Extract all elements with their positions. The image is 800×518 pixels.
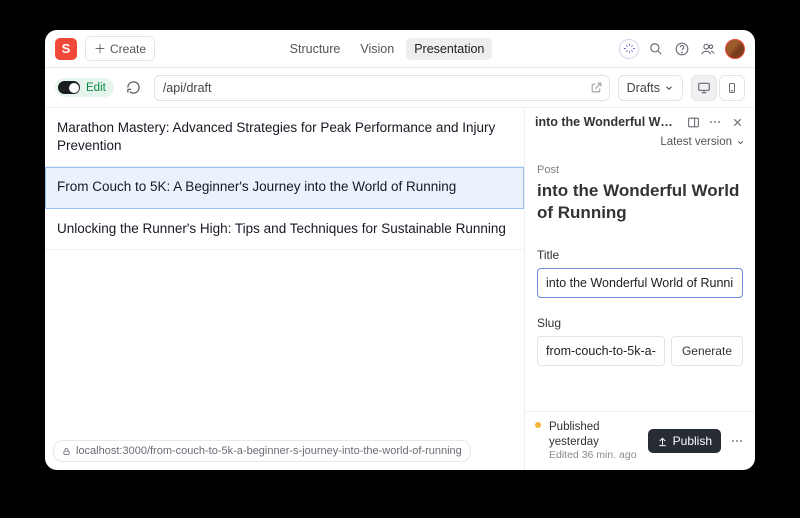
status-dot-icon (535, 422, 541, 428)
plus-icon: ＋ (94, 40, 106, 57)
tab-vision[interactable]: Vision (352, 38, 402, 60)
workspace-tabs: Structure Vision Presentation (155, 38, 619, 60)
preview-url-value: /api/draft (163, 81, 212, 95)
edited-status: Edited 36 min. ago (549, 449, 640, 462)
chevron-down-icon (736, 138, 745, 147)
status-text: Published yesterday Edited 36 min. ago (549, 420, 640, 462)
main-area: Marathon Mastery: Advanced Strategies fo… (45, 108, 755, 470)
preview-url-pill[interactable]: localhost:3000/from-couch-to-5k-a-beginn… (53, 440, 471, 462)
version-label: Latest version (660, 136, 732, 148)
edit-toggle-label: Edit (86, 82, 106, 94)
slug-row: Generate (537, 336, 743, 366)
slug-field-label: Slug (537, 316, 743, 330)
publish-label: Publish (673, 434, 712, 448)
create-button[interactable]: ＋ Create (85, 36, 155, 61)
kind-label: Post (537, 164, 743, 176)
drafts-dropdown[interactable]: Drafts (618, 75, 683, 101)
post-item[interactable]: Marathon Mastery: Advanced Strategies fo… (45, 108, 524, 167)
inspector-header: into the Wonderful World of R… (525, 108, 755, 134)
title-field-label: Title (537, 248, 743, 262)
chevron-down-icon (664, 83, 674, 93)
tab-structure[interactable]: Structure (282, 38, 349, 60)
title-input[interactable] (537, 268, 743, 298)
inspector-pane: into the Wonderful World of R… Latest ve… (525, 108, 755, 470)
close-icon[interactable] (729, 114, 745, 130)
topbar: S ＋ Create Structure Vision Presentation (45, 30, 755, 68)
post-item[interactable]: From Couch to 5K: A Beginner's Journey i… (45, 167, 524, 208)
app-logo[interactable]: S (55, 38, 77, 60)
generate-slug-button[interactable]: Generate (671, 336, 743, 366)
device-buttons (691, 75, 745, 101)
preview-toolbar: Edit /api/draft Drafts (45, 68, 755, 108)
preview-pane: Marathon Mastery: Advanced Strategies fo… (45, 108, 525, 470)
top-right-icons (619, 39, 745, 59)
desktop-view-button[interactable] (691, 75, 717, 101)
drafts-label: Drafts (627, 81, 660, 95)
preview-full-url: localhost:3000/from-couch-to-5k-a-beginn… (76, 445, 462, 457)
inspector-footer: Published yesterday Edited 36 min. ago P… (525, 411, 755, 470)
post-item[interactable]: Unlocking the Runner's High: Tips and Te… (45, 209, 524, 250)
published-status: Published yesterday (549, 420, 640, 449)
tab-presentation[interactable]: Presentation (406, 38, 492, 60)
slug-input[interactable] (537, 336, 665, 366)
more-icon[interactable] (729, 433, 745, 449)
create-label: Create (110, 42, 146, 56)
version-selector[interactable]: Latest version (525, 134, 755, 156)
search-icon[interactable] (647, 40, 665, 58)
users-icon[interactable] (699, 40, 717, 58)
inspector-body: Post into the Wonderful World of Running… (525, 156, 755, 411)
lock-icon (62, 447, 71, 456)
sparkle-icon[interactable] (619, 39, 639, 59)
publish-button[interactable]: Publish (648, 429, 721, 453)
inspector-title: into the Wonderful World of R… (535, 115, 679, 129)
refresh-button[interactable] (122, 76, 146, 100)
post-list: Marathon Mastery: Advanced Strategies fo… (45, 108, 524, 432)
more-icon[interactable] (707, 114, 723, 130)
toggle-switch-icon (58, 81, 80, 94)
publish-icon (657, 436, 668, 447)
app-window: S ＋ Create Structure Vision Presentation… (45, 30, 755, 470)
split-view-icon[interactable] (685, 114, 701, 130)
edit-toggle[interactable]: Edit (55, 78, 114, 97)
document-title: into the Wonderful World of Running (537, 180, 743, 224)
help-icon[interactable] (673, 40, 691, 58)
preview-url-input[interactable]: /api/draft (154, 75, 610, 101)
user-avatar[interactable] (725, 39, 745, 59)
external-link-icon[interactable] (590, 81, 603, 94)
mobile-view-button[interactable] (719, 75, 745, 101)
